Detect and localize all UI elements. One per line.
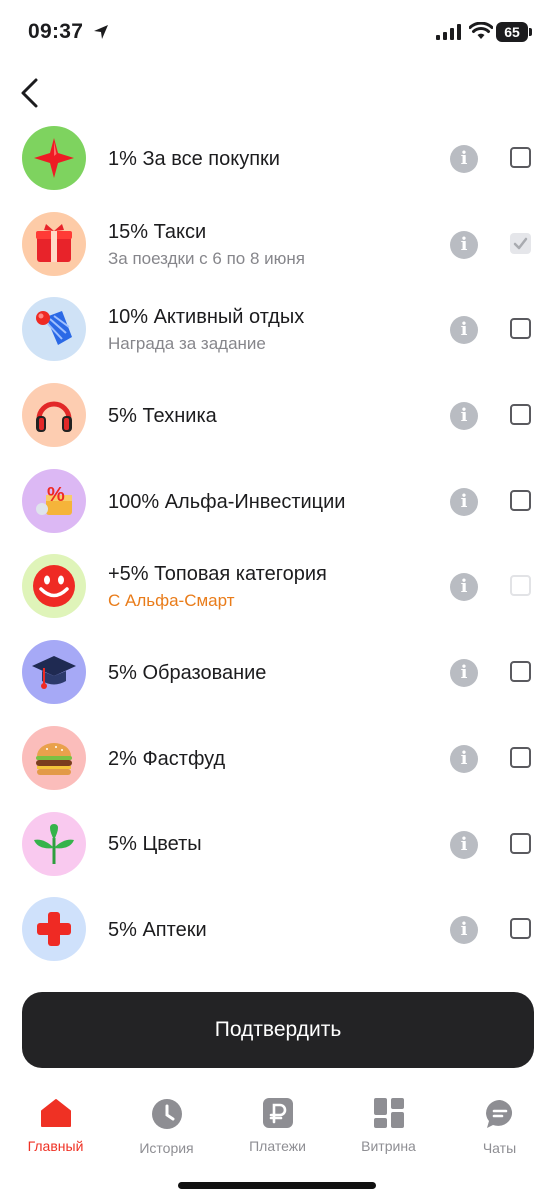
category-text: 10% Активный отдых Награда за задание xyxy=(108,287,304,373)
graduation-cap-icon xyxy=(22,640,86,705)
category-row[interactable]: 10% Активный отдых Награда за задание i xyxy=(0,287,555,373)
home-indicator xyxy=(178,1182,376,1189)
category-title: 15% Такси xyxy=(108,220,207,243)
svg-text:%: % xyxy=(47,484,65,506)
smiley-icon xyxy=(22,554,86,619)
tab-label: Витрина xyxy=(361,1138,416,1154)
status-time: 09:37 xyxy=(28,20,84,43)
signal-icon xyxy=(436,24,461,40)
category-text: 2% Фастфуд xyxy=(108,716,225,802)
clock-icon xyxy=(111,1098,222,1135)
battery-indicator: 65 xyxy=(496,22,528,42)
category-checkbox[interactable] xyxy=(510,147,531,168)
tab-home[interactable]: Главный xyxy=(0,1092,111,1154)
chat-icon xyxy=(444,1098,555,1135)
ruble-icon xyxy=(222,1098,333,1133)
location-arrow-icon xyxy=(94,25,108,39)
battery-tip xyxy=(529,28,532,36)
category-row[interactable]: 15% Такси За поездки с 6 по 8 июня i xyxy=(0,202,555,288)
headphones-icon xyxy=(22,383,86,448)
category-text: 100% Альфа-Инвестиции xyxy=(108,459,345,545)
tab-clock[interactable]: История xyxy=(111,1092,222,1156)
info-icon[interactable]: i xyxy=(450,402,478,431)
shuttlecock-icon xyxy=(22,297,86,362)
category-row[interactable]: +5% Топовая категория С Альфа-Смарт i xyxy=(0,544,555,630)
info-icon[interactable]: i xyxy=(450,916,478,945)
category-title: 2% Фастфуд xyxy=(108,747,226,770)
red-star-icon xyxy=(22,126,86,190)
checkmark-icon xyxy=(513,237,528,249)
showcase-icon xyxy=(333,1098,444,1133)
tab-chat[interactable]: Чаты xyxy=(444,1092,555,1156)
category-text: 5% Аптеки xyxy=(108,887,207,973)
info-icon[interactable]: i xyxy=(450,744,478,773)
burger-icon xyxy=(22,725,86,790)
category-title: +5% Топовая категория xyxy=(108,563,327,586)
category-title: 5% Образование xyxy=(108,661,267,684)
category-row[interactable]: 2% Фастфуд i xyxy=(0,716,555,802)
category-checkbox xyxy=(510,232,531,254)
category-row[interactable]: 5% Техника i xyxy=(0,373,555,459)
category-checkbox[interactable] xyxy=(510,832,531,854)
category-checkbox[interactable] xyxy=(510,489,531,511)
category-text: 5% Техника xyxy=(108,373,217,459)
info-icon[interactable]: i xyxy=(450,316,478,345)
category-checkbox xyxy=(510,575,531,597)
category-subtitle: За поездки с 6 по 8 июня xyxy=(108,248,305,268)
back-button[interactable] xyxy=(16,76,48,110)
category-text: 1% За все покупки xyxy=(108,116,280,202)
category-text: 15% Такси За поездки с 6 по 8 июня xyxy=(108,202,305,288)
percent-box-icon: % xyxy=(22,468,86,533)
info-icon[interactable]: i xyxy=(450,573,478,602)
info-icon[interactable]: i xyxy=(450,659,478,688)
wifi-icon xyxy=(469,22,493,39)
status-bar: 09:37 65 xyxy=(0,0,555,64)
category-checkbox[interactable] xyxy=(510,661,531,683)
category-row[interactable]: 5% Цветы i xyxy=(0,802,555,888)
category-checkbox[interactable] xyxy=(510,404,531,426)
category-title: 5% Цветы xyxy=(108,833,202,856)
info-icon[interactable]: i xyxy=(450,145,478,173)
category-title: 100% Альфа-Инвестиции xyxy=(108,490,346,513)
red-cross-icon xyxy=(22,897,86,962)
category-subtitle: Награда за задание xyxy=(108,334,266,354)
category-checkbox[interactable] xyxy=(510,318,531,340)
category-title: 5% Техника xyxy=(108,404,217,427)
category-text: 5% Образование xyxy=(108,630,266,716)
tab-label: Главный xyxy=(27,1138,84,1154)
home-icon xyxy=(0,1098,111,1133)
category-text: 5% Цветы xyxy=(108,802,202,888)
category-checkbox[interactable] xyxy=(510,746,531,768)
tab-ruble[interactable]: Платежи xyxy=(222,1092,333,1154)
info-icon[interactable]: i xyxy=(450,830,478,859)
category-text: +5% Топовая категория С Альфа-Смарт xyxy=(108,544,327,630)
tab-bar: Главный История Платежи Витрина Чаты xyxy=(0,1092,555,1162)
category-checkbox[interactable] xyxy=(510,918,531,940)
category-row[interactable]: 5% Образование i xyxy=(0,630,555,716)
info-icon[interactable]: i xyxy=(450,230,478,259)
category-title: 1% За все покупки xyxy=(108,147,280,170)
category-row[interactable]: % 100% Альфа-Инвестиции i xyxy=(0,459,555,545)
tab-label: Чаты xyxy=(482,1140,517,1156)
category-title: 10% Активный отдых xyxy=(108,306,305,329)
tab-label: История xyxy=(139,1140,194,1156)
tab-showcase[interactable]: Витрина xyxy=(333,1092,444,1154)
tab-label: Платежи xyxy=(249,1138,306,1154)
gift-icon xyxy=(22,211,86,276)
cashback-category-list: 1% За все покупки i 15% Такси За поездки с … xyxy=(0,116,555,973)
sprout-icon xyxy=(22,811,86,876)
category-title: 5% Аптеки xyxy=(108,919,207,942)
category-subtitle: С Альфа-Смарт xyxy=(108,591,235,611)
category-row[interactable]: 5% Аптеки i xyxy=(0,887,555,973)
confirm-button[interactable]: Подтвердить xyxy=(22,992,534,1068)
category-row[interactable]: 1% За все покупки i xyxy=(0,116,555,202)
info-icon[interactable]: i xyxy=(450,487,478,516)
